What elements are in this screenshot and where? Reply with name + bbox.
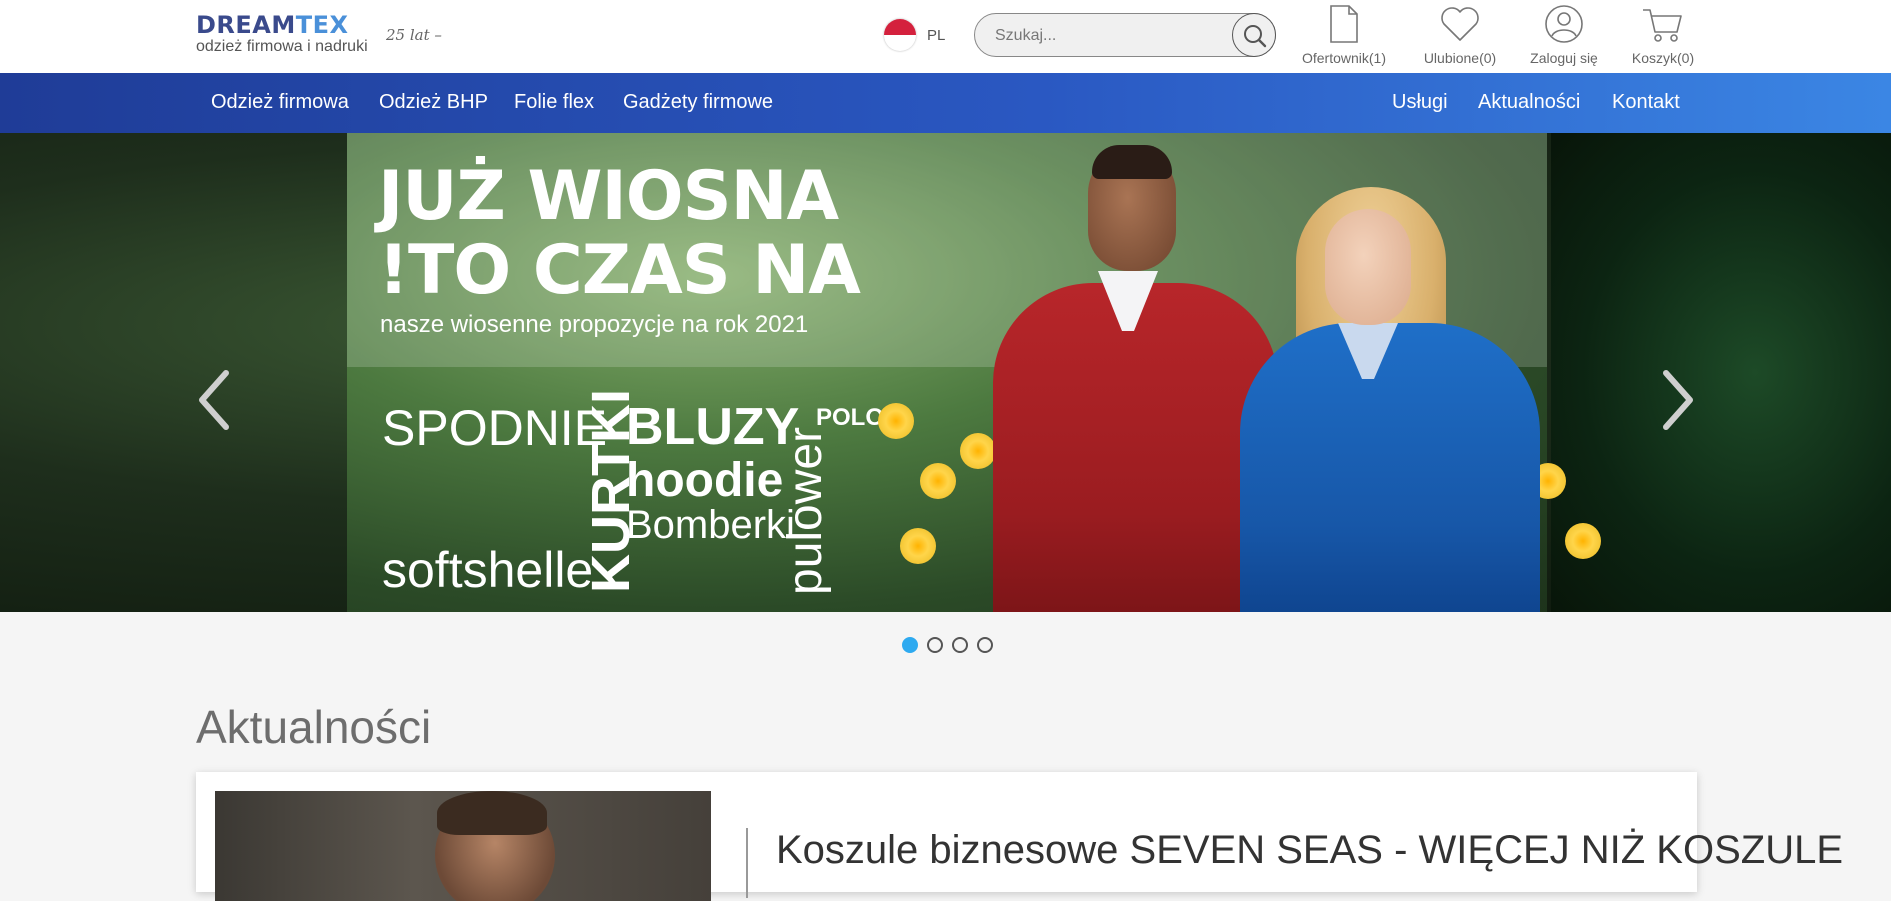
logo-wordmark: DREAMTEX: [196, 11, 349, 39]
anniversary-badge: 25 lat –: [386, 26, 442, 44]
slider-prev-button[interactable]: [194, 365, 234, 435]
news-card-title[interactable]: Koszule biznesowe SEVEN SEAS - WIĘCEJ NI…: [776, 826, 1843, 874]
hero-word-pulower: pulower: [779, 426, 832, 595]
main-navigation: Odzież firmowa Odzież BHP Folie flex Gad…: [0, 73, 1891, 133]
logo[interactable]: DREAMTEX odzież firmowa i nadruki 25 lat…: [196, 12, 446, 56]
daffodil-decoration: [920, 463, 956, 499]
model-man-hair: [1092, 145, 1172, 179]
offer-list-link[interactable]: Ofertownik(1): [1298, 4, 1390, 66]
nav-item-uslugi[interactable]: Usługi: [1392, 91, 1448, 113]
document-icon: [1330, 5, 1358, 43]
search-input[interactable]: [995, 24, 1215, 48]
daffodil-decoration: [878, 403, 914, 439]
chevron-left-icon: [199, 370, 229, 430]
cart-icon: [1643, 9, 1682, 42]
daffodil-decoration: [960, 433, 996, 469]
model-woman-head: [1325, 209, 1411, 325]
hero-background-right: [1551, 133, 1891, 612]
hero-word-bluzy: BLUZY: [626, 398, 800, 456]
slider-dot-2[interactable]: [927, 637, 943, 653]
hero-subline: nasze wiosenne propozycje na rok 2021: [380, 311, 809, 338]
daffodil-decoration: [900, 528, 936, 564]
hero-word-polo: POLO: [816, 404, 885, 431]
favorites-label: Ulubione(0): [1423, 50, 1497, 66]
hero-slider: JUŻ WIOSNA !TO CZAS NA nasze wiosenne pr…: [0, 133, 1891, 612]
site-header: DREAMTEX odzież firmowa i nadruki 25 lat…: [0, 0, 1891, 73]
hero-word-spodnie: SPODNIE: [382, 400, 608, 456]
nav-item-odziez-firmowa[interactable]: Odzież firmowa: [211, 91, 349, 113]
chevron-right-icon: [1663, 370, 1693, 430]
hero-word-bomberki: Bomberki: [626, 503, 795, 547]
model-man-red-jacket: [993, 283, 1278, 612]
slider-pagination: [902, 637, 1002, 653]
search-button[interactable]: [1232, 13, 1276, 57]
model-woman-blue-jacket: [1240, 323, 1540, 612]
cart-label: Koszyk(0): [1631, 50, 1695, 66]
nav-item-kontakt[interactable]: Kontakt: [1612, 91, 1680, 113]
news-card-divider: [746, 828, 748, 898]
model-man-hair: [437, 791, 547, 835]
search-icon: [1244, 25, 1267, 48]
language-switcher[interactable]: PL: [884, 18, 945, 52]
login-label: Zaloguj się: [1530, 50, 1598, 66]
slider-dot-3[interactable]: [952, 637, 968, 653]
user-icon: [1545, 5, 1583, 43]
offer-list-label: Ofertownik(1): [1301, 50, 1387, 66]
favorites-link[interactable]: Ulubione(0): [1416, 4, 1504, 66]
hero-word-softshelle: softshelle: [382, 542, 594, 598]
login-link[interactable]: Zaloguj się: [1524, 4, 1604, 66]
cart-link[interactable]: Koszyk(0): [1628, 4, 1698, 66]
hero-headline-line2: !TO CZAS NA: [378, 231, 861, 310]
slider-dot-1[interactable]: [902, 637, 918, 653]
nav-item-gadzety-firmowe[interactable]: Gadżety firmowe: [623, 91, 773, 113]
heart-icon: [1441, 7, 1479, 41]
slider-dot-4[interactable]: [977, 637, 993, 653]
search-box: [974, 13, 1276, 57]
nav-item-aktualnosci[interactable]: Aktualności: [1478, 91, 1580, 113]
logo-tagline: odzież firmowa i nadruki: [196, 38, 368, 55]
language-label: PL: [927, 26, 946, 44]
nav-item-folie-flex[interactable]: Folie flex: [514, 91, 594, 113]
news-section-title: Aktualności: [196, 701, 432, 753]
hero-headline-line1: JUŻ WIOSNA: [378, 157, 839, 236]
poland-flag-icon: [884, 19, 916, 51]
nav-item-odziez-bhp[interactable]: Odzież BHP: [379, 91, 488, 113]
news-card[interactable]: Koszule biznesowe SEVEN SEAS - WIĘCEJ NI…: [196, 772, 1843, 901]
slider-next-button[interactable]: [1658, 365, 1698, 435]
daffodil-decoration: [1565, 523, 1601, 559]
hero-word-hoodie: hoodie: [626, 454, 784, 507]
